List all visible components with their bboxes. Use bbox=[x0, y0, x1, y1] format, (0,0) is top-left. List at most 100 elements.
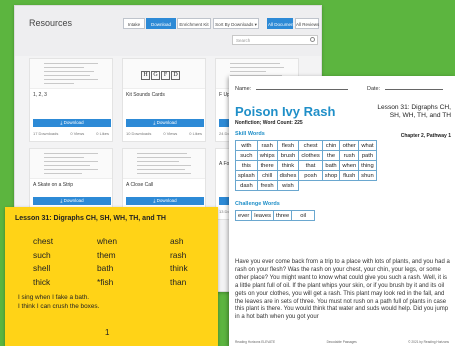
table-cell: dash bbox=[235, 180, 258, 191]
table-cell: bath bbox=[321, 160, 341, 171]
word: when bbox=[97, 236, 118, 246]
table-cell: shun bbox=[358, 170, 377, 181]
passage-page: Name: Date: Poison Ivy Rash Nonfiction; … bbox=[229, 76, 455, 346]
table-cell: oil bbox=[291, 210, 316, 221]
word-count: Nonfiction; Word Count: 225 bbox=[235, 120, 303, 126]
table-cell: splash bbox=[235, 170, 258, 181]
word-list-card: Lesson 31: Digraphs CH, SH, WH, TH, and … bbox=[5, 207, 218, 346]
name-line bbox=[255, 89, 348, 90]
like-count: 0 Likes bbox=[189, 131, 202, 136]
table-cell: clothes bbox=[298, 150, 323, 161]
word: than bbox=[170, 276, 187, 287]
word-column-1: chest such shell thick bbox=[33, 236, 53, 290]
card-stats: 17 Downloads 0 Views 0 Likes bbox=[33, 131, 109, 136]
search-icon[interactable] bbox=[310, 37, 315, 42]
search-input[interactable]: Search bbox=[232, 35, 318, 45]
sort-dropdown[interactable]: Sort By Downloads ▾ bbox=[213, 18, 259, 29]
card-stats: 10 Downloads 0 Views 0 Likes bbox=[126, 131, 202, 136]
table-cell: fresh bbox=[256, 180, 278, 191]
table-cell: chin bbox=[321, 140, 341, 151]
word: thick bbox=[33, 276, 51, 287]
card-title: A Skate on a Strip bbox=[33, 182, 74, 188]
passage-title: Poison Ivy Rash bbox=[235, 104, 336, 119]
table-cell: chest bbox=[298, 140, 323, 151]
download-button[interactable]: ⤓ Download bbox=[126, 197, 204, 205]
word: think bbox=[170, 263, 188, 273]
letter-tile: H bbox=[141, 71, 150, 80]
lesson-label: Lesson 31: Digraphs CH, SH, WH, TH, and … bbox=[377, 104, 451, 120]
table-cell: flush bbox=[339, 170, 360, 181]
table-cell: rash bbox=[256, 140, 278, 151]
table-cell: brush bbox=[276, 150, 300, 161]
table-cell: the bbox=[321, 150, 341, 161]
table-row: splash chill dishes posh shop flush shun bbox=[235, 170, 377, 181]
table-cell: chill bbox=[256, 170, 278, 181]
card-thumbnail bbox=[30, 149, 112, 179]
word: chest bbox=[33, 236, 54, 246]
table-cell: dishes bbox=[276, 170, 300, 181]
table-cell: there bbox=[256, 160, 278, 171]
date-field[interactable]: Date: bbox=[367, 86, 443, 92]
word: such bbox=[33, 249, 51, 260]
download-button[interactable]: ⤓ Download bbox=[33, 197, 111, 205]
word: ash bbox=[170, 236, 184, 246]
like-count: 0 Likes bbox=[96, 131, 109, 136]
download-count: 17 Downloads bbox=[33, 131, 59, 136]
table-cell: with bbox=[235, 140, 258, 151]
word: shell bbox=[33, 263, 51, 273]
word: them bbox=[97, 249, 116, 260]
challenge-words-heading: Challenge Words bbox=[235, 201, 280, 207]
table-cell: wish bbox=[276, 180, 300, 191]
name-label: Name: bbox=[235, 86, 252, 92]
card-title: A Close Call bbox=[126, 182, 154, 188]
resource-card[interactable]: 1, 2, 3 ⤓ Download 17 Downloads 0 Views … bbox=[29, 58, 113, 142]
resources-header: Resources Intake Download Enrichment Kit… bbox=[15, 6, 321, 56]
table-cell: what bbox=[358, 140, 377, 151]
chapter-label: Chapter 2, Pathway 1 bbox=[400, 133, 451, 139]
date-line bbox=[384, 89, 443, 90]
table-cell: flesh bbox=[276, 140, 300, 151]
table-row: this there think that bath when thing bbox=[235, 160, 377, 171]
footer-brand: Reading Horizons ELEVATE bbox=[235, 340, 276, 344]
practice-sentence: I think I can crush the boxes. bbox=[18, 303, 100, 310]
table-cell: path bbox=[358, 150, 377, 161]
passage-text: Have you ever come back from a trip to a… bbox=[235, 259, 450, 321]
page-number: 1 bbox=[105, 328, 110, 337]
filter-all-documents[interactable]: All Documents bbox=[267, 18, 297, 29]
footer-series: Decodable Passages bbox=[326, 340, 357, 344]
download-button[interactable]: ⤓ Download bbox=[33, 119, 111, 127]
table-cell: such bbox=[235, 150, 258, 161]
resource-card[interactable]: HGFDCBPNMLKJ Kit Sounds Cards ⤓ Download… bbox=[122, 58, 206, 142]
table-row: dash fresh wish bbox=[235, 180, 377, 191]
card-thumbnail: HGFDCBPNMLKJ bbox=[123, 59, 205, 89]
table-cell: posh bbox=[298, 170, 323, 181]
view-count: 0 Views bbox=[163, 131, 178, 136]
filter-intake[interactable]: Intake bbox=[123, 18, 145, 29]
table-cell: thing bbox=[358, 160, 377, 171]
letter-tile: F bbox=[161, 71, 170, 80]
search-placeholder: Search bbox=[236, 38, 251, 43]
word-column-3: ash rash think than bbox=[170, 236, 188, 290]
table-cell: that bbox=[298, 160, 323, 171]
table-cell: when bbox=[339, 160, 360, 171]
filter-enrichment-kit[interactable]: Enrichment Kit bbox=[177, 18, 211, 29]
letter-grid: HGFDCBPNMLKJ bbox=[141, 63, 189, 88]
word-column-2: when them bath *fish bbox=[97, 236, 117, 290]
skill-words-table: with rash flesh chest chin other what such whip… bbox=[235, 140, 377, 191]
name-field[interactable]: Name: bbox=[235, 86, 348, 92]
table-row: with rash flesh chest chin other what bbox=[235, 140, 377, 151]
filter-all-reviews[interactable]: All Reviews bbox=[295, 18, 319, 29]
resources-title: Resources bbox=[29, 18, 73, 28]
table-cell: rush bbox=[339, 150, 360, 161]
table-row: ever leaves three oil bbox=[234, 210, 316, 221]
download-button[interactable]: ⤓ Download bbox=[126, 119, 204, 127]
download-count: 10 Downloads bbox=[126, 131, 152, 136]
practice-sentence: I sing when I fake a bath. bbox=[18, 294, 90, 301]
card-title: 1, 2, 3 bbox=[33, 92, 47, 98]
filter-download[interactable]: Download bbox=[146, 18, 176, 29]
table-cell: whips bbox=[256, 150, 278, 161]
card-thumbnail bbox=[123, 149, 205, 179]
view-count: 0 Views bbox=[70, 131, 85, 136]
letter-tile: D bbox=[171, 71, 180, 80]
word: *fish bbox=[97, 276, 114, 287]
